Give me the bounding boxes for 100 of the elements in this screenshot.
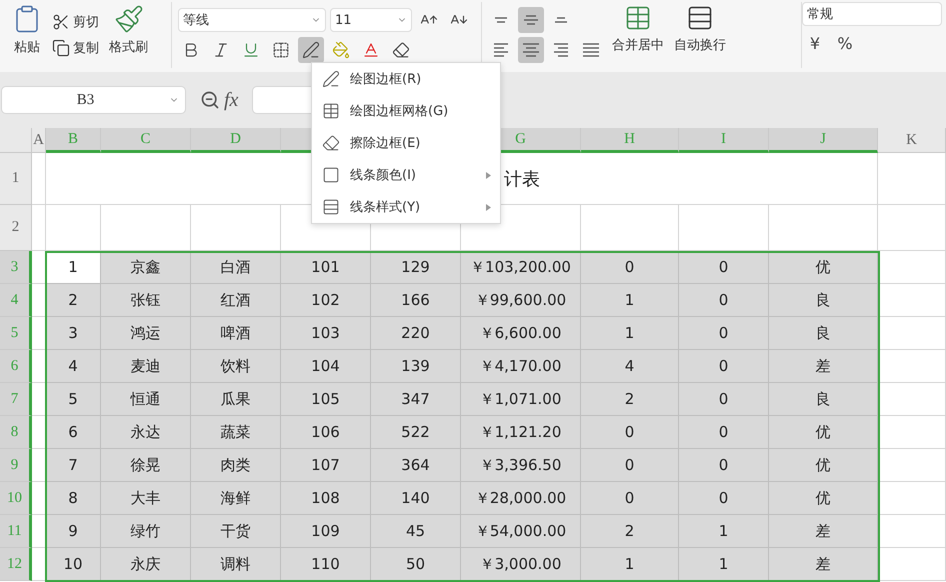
name-box[interactable]: B3	[1, 86, 186, 114]
align-button[interactable]	[518, 7, 544, 33]
table-cell: 徐晃	[101, 449, 191, 482]
cut-button[interactable]: 剪切	[50, 11, 101, 33]
border-tool-icon	[322, 70, 340, 88]
scissors-icon	[52, 13, 70, 31]
table-cell: 1	[679, 515, 769, 548]
table-cell: 瓜果	[191, 383, 281, 416]
table-cell: ￥6,600.00	[461, 317, 581, 350]
table-cell: 4	[581, 350, 679, 383]
percent-button[interactable]: %	[832, 30, 858, 56]
table-cell: 白酒	[191, 251, 281, 284]
menu-item[interactable]: 绘图边框(R)	[312, 63, 500, 95]
table-cell: 海鲜	[191, 482, 281, 515]
column-header[interactable]: K	[878, 128, 946, 153]
merge-center-button[interactable]: 合并居中	[610, 2, 666, 68]
align-button[interactable]	[518, 37, 544, 63]
table-cell: 129	[371, 251, 461, 284]
font-color-icon	[362, 41, 380, 59]
column-header[interactable]: A	[32, 128, 46, 153]
table-cell: 红酒	[191, 284, 281, 317]
paint-bucket-icon	[332, 41, 350, 59]
table-cell: 肉类	[191, 449, 281, 482]
table-cell: 7	[46, 449, 101, 482]
table-cell: 9	[46, 515, 101, 548]
table-cell: 139	[371, 350, 461, 383]
font-size-select[interactable]: 11	[330, 8, 412, 32]
table-cell: ￥4,170.00	[461, 350, 581, 383]
table-cell: ￥99,600.00	[461, 284, 581, 317]
table-cell: 绿竹	[101, 515, 191, 548]
align-lines-icon	[495, 17, 507, 23]
submenu-arrow-icon	[486, 172, 491, 179]
table-cell: 364	[371, 449, 461, 482]
sheet-title: 计表	[504, 168, 540, 190]
table-cell: 0	[679, 251, 769, 284]
paste-button[interactable]: 粘贴	[10, 2, 44, 68]
font-name-select[interactable]: 等线	[178, 8, 326, 32]
menu-item[interactable]: 线条样式(Y)	[312, 191, 500, 223]
table-cell: 166	[371, 284, 461, 317]
table-cell: 永达	[101, 416, 191, 449]
copy-button[interactable]: 复制	[50, 37, 101, 59]
table-cell: 大丰	[101, 482, 191, 515]
pen-icon	[302, 41, 320, 59]
table-cell: 啤酒	[191, 317, 281, 350]
wrap-text-button[interactable]: 自动换行	[672, 2, 728, 68]
table-cell: 良	[769, 284, 878, 317]
table-cell: ￥103,200.00	[461, 251, 581, 284]
table-cell: 107	[281, 449, 371, 482]
table-cell: 恒通	[101, 383, 191, 416]
grid-icon	[272, 41, 290, 59]
table-cell: 永庆	[101, 548, 191, 581]
table-cell: ￥28,000.00	[461, 482, 581, 515]
draw-border-button[interactable]	[298, 37, 324, 63]
table-cell: 106	[281, 416, 371, 449]
table-cell: 1	[679, 548, 769, 581]
table-cell: 108	[281, 482, 371, 515]
align-lines-icon	[555, 17, 567, 23]
border-tool-icon	[322, 134, 340, 152]
eraser-icon	[392, 41, 410, 59]
currency-button[interactable]: ¥	[802, 30, 828, 56]
table-cell: ￥3,396.50	[461, 449, 581, 482]
menu-item[interactable]: 线条颜色(I)	[312, 159, 500, 191]
table-cell: 1	[581, 284, 679, 317]
table-cell: 优	[769, 251, 878, 284]
table-cell: 0	[679, 317, 769, 350]
table-cell: 8	[46, 482, 101, 515]
table-cell: 饮料	[191, 350, 281, 383]
format-painter-button[interactable]: 格式刷	[107, 2, 150, 68]
underline-icon	[242, 41, 260, 59]
table-cell: 差	[769, 515, 878, 548]
table-cell: 干货	[191, 515, 281, 548]
table-cell: 50	[371, 548, 461, 581]
table-cell: 蔬菜	[191, 416, 281, 449]
table-cell: 良	[769, 383, 878, 416]
table-cell: 0	[581, 482, 679, 515]
table-cell: 0	[581, 251, 679, 284]
zoom-icon[interactable]	[200, 90, 220, 110]
table-cell: 10	[46, 548, 101, 581]
menu-item[interactable]: 绘图边框网格(G)	[312, 95, 500, 127]
table-cell: 0	[679, 350, 769, 383]
function-button[interactable]: fx	[224, 88, 238, 112]
copy-icon	[52, 39, 70, 57]
table-cell: 104	[281, 350, 371, 383]
table-cell: 优	[769, 482, 878, 515]
table-cell: 差	[769, 350, 878, 383]
border-tool-icon	[322, 198, 340, 216]
table-cell: 101	[281, 251, 371, 284]
align-lines-icon	[523, 43, 539, 57]
row-header[interactable]: 1	[0, 153, 32, 205]
table-cell: ￥1,071.00	[461, 383, 581, 416]
align-lines-icon	[494, 43, 508, 57]
align-lines-icon	[524, 15, 538, 25]
table-cell: 麦迪	[101, 350, 191, 383]
table-cell: 2	[46, 284, 101, 317]
number-format-select[interactable]: 常规	[802, 2, 942, 26]
table-cell: 347	[371, 383, 461, 416]
table-cell: 0	[679, 284, 769, 317]
table-cell: 102	[281, 284, 371, 317]
table-cell: 0	[679, 482, 769, 515]
row-header[interactable]: 2	[0, 205, 32, 251]
